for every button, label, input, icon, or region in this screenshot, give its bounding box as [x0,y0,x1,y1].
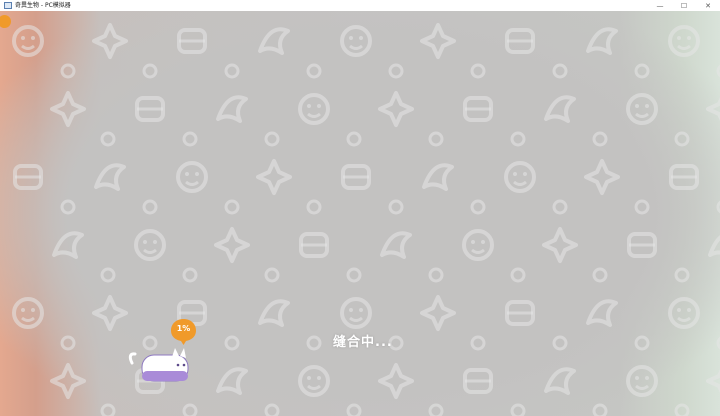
maximize-button[interactable]: ☐ [672,0,696,11]
progress-percent: 1% [176,324,191,333]
loading-status-text: 缝合中... [333,335,393,350]
game-viewport[interactable] [0,11,720,416]
minimize-button[interactable]: — [648,0,672,11]
cat-loader-icon [128,348,189,382]
window-controls: — ☐ ✕ [648,0,720,11]
close-button[interactable]: ✕ [696,0,720,11]
window-title: 奇異生物 - PC模拟器 [15,2,71,9]
doodle-pattern [0,11,720,416]
window-titlebar: 奇異生物 - PC模拟器 — ☐ ✕ [0,0,720,11]
app-icon [4,2,12,9]
